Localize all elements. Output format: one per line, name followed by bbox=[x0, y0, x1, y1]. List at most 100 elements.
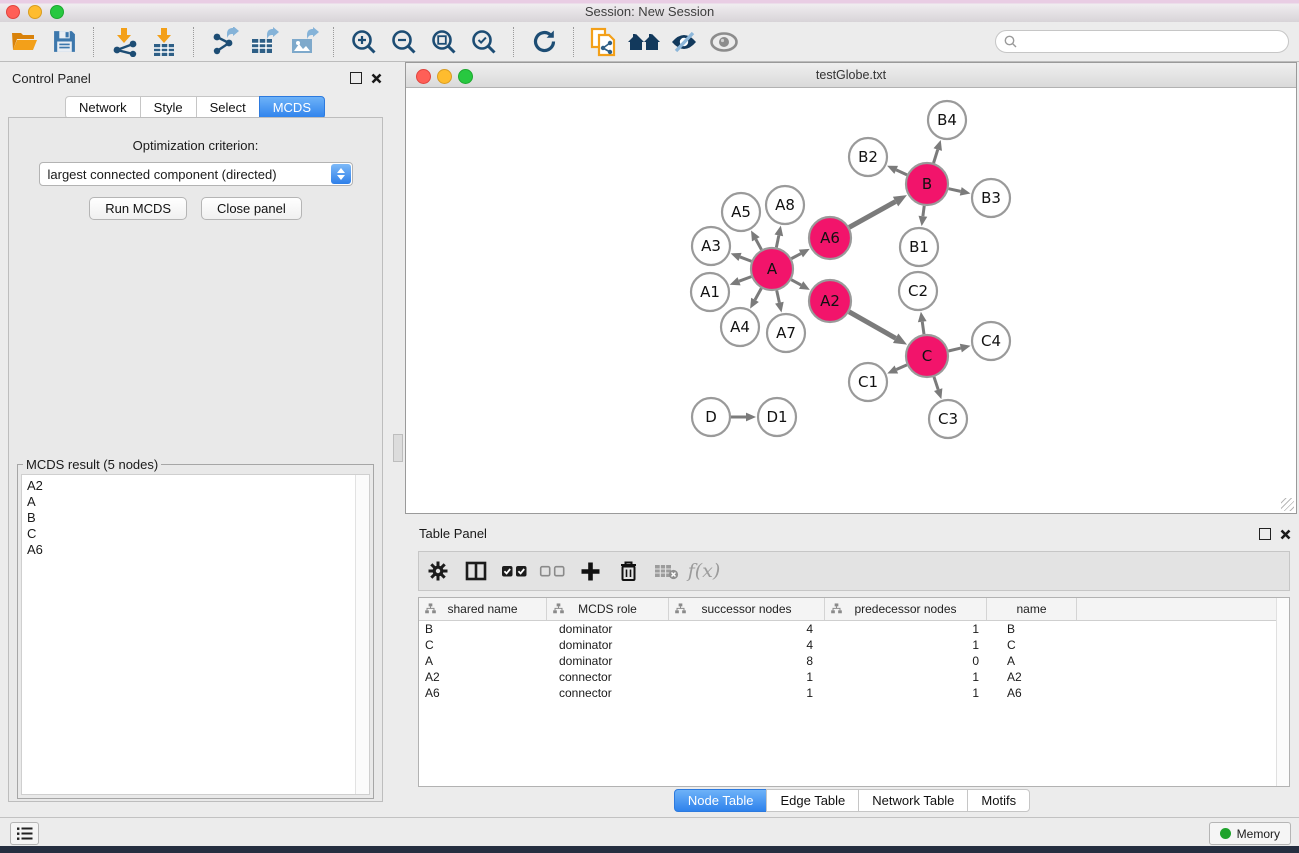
tab-select[interactable]: Select bbox=[196, 96, 260, 119]
graph-edge-A-A7[interactable] bbox=[777, 290, 780, 302]
table-tab-motifs[interactable]: Motifs bbox=[967, 789, 1030, 812]
select-all-checkboxes-icon[interactable] bbox=[495, 564, 533, 578]
tab-mcds[interactable]: MCDS bbox=[259, 96, 325, 119]
close-table-panel-icon[interactable] bbox=[1280, 529, 1291, 540]
table-row[interactable]: A6connector11A6 bbox=[419, 685, 1289, 701]
optimization-criterion-label: Optimization criterion: bbox=[9, 138, 382, 153]
result-item[interactable]: A6 bbox=[22, 542, 369, 558]
show-column-icon[interactable] bbox=[457, 560, 495, 582]
table-cell: 1 bbox=[825, 686, 987, 700]
table-row[interactable]: Cdominator41C bbox=[419, 637, 1289, 653]
table-cell: C bbox=[419, 638, 547, 652]
zoom-selected-icon[interactable] bbox=[464, 25, 504, 59]
zoom-out-icon[interactable] bbox=[384, 25, 424, 59]
zoom-fit-icon[interactable] bbox=[424, 25, 464, 59]
graph-edge-C-C3[interactable] bbox=[934, 377, 938, 390]
graph-edge-A-A5[interactable] bbox=[756, 239, 762, 249]
task-history-button[interactable] bbox=[10, 822, 39, 845]
splitter-grip[interactable] bbox=[393, 434, 403, 462]
column-header-mcds-role[interactable]: MCDS role bbox=[547, 598, 669, 620]
save-session-icon[interactable] bbox=[44, 25, 84, 59]
memory-button[interactable]: Memory bbox=[1209, 822, 1291, 845]
result-item[interactable]: C bbox=[22, 526, 369, 542]
table-tab-edge-table[interactable]: Edge Table bbox=[766, 789, 859, 812]
open-session-icon[interactable] bbox=[4, 25, 44, 59]
delete-table-icon[interactable] bbox=[647, 563, 685, 580]
graph-edge-A6-B[interactable] bbox=[849, 202, 895, 228]
close-panel-icon[interactable] bbox=[371, 73, 382, 84]
graph-node-label-A5: A5 bbox=[731, 203, 751, 221]
search-icon bbox=[1004, 35, 1017, 48]
column-header-name[interactable]: name bbox=[987, 598, 1077, 620]
table-toolbar: f(x) bbox=[418, 551, 1290, 591]
main-toolbar bbox=[0, 22, 1299, 62]
table-scrollbar[interactable] bbox=[1276, 598, 1289, 786]
import-network-icon[interactable] bbox=[104, 25, 144, 59]
column-header-predecessor-nodes[interactable]: predecessor nodes bbox=[825, 598, 987, 620]
panel-splitter[interactable] bbox=[390, 62, 405, 817]
first-neighbors-icon[interactable] bbox=[624, 25, 664, 59]
function-builder-label: f(x) bbox=[688, 560, 721, 582]
graph-edge-A-A8[interactable] bbox=[776, 235, 778, 247]
graph-node-label-D: D bbox=[705, 408, 717, 426]
settings-gear-icon[interactable] bbox=[419, 560, 457, 582]
zoom-in-icon[interactable] bbox=[344, 25, 384, 59]
close-panel-button[interactable]: Close panel bbox=[201, 197, 302, 220]
hide-selected-icon[interactable] bbox=[664, 25, 704, 59]
result-item[interactable]: A bbox=[22, 494, 369, 510]
tab-network[interactable]: Network bbox=[65, 96, 141, 119]
result-scrollbar[interactable] bbox=[355, 475, 369, 794]
export-image-icon[interactable] bbox=[284, 25, 324, 59]
add-row-icon[interactable] bbox=[571, 561, 609, 582]
column-header-successor-nodes[interactable]: successor nodes bbox=[669, 598, 825, 620]
graph-edge-A-A4[interactable] bbox=[755, 288, 761, 300]
graph-edge-B-B1[interactable] bbox=[923, 206, 924, 216]
table-header-row: shared nameMCDS rolesuccessor nodesprede… bbox=[419, 598, 1289, 621]
float-table-panel-icon[interactable] bbox=[1259, 528, 1271, 540]
graph-edge-A2-C[interactable] bbox=[849, 312, 896, 338]
table-tab-network-table[interactable]: Network Table bbox=[858, 789, 968, 812]
table-row[interactable]: Adominator80A bbox=[419, 653, 1289, 669]
network-window-titlebar[interactable]: testGlobe.txt bbox=[406, 63, 1296, 88]
result-item[interactable]: B bbox=[22, 510, 369, 526]
show-all-icon[interactable] bbox=[704, 25, 744, 59]
graph-node-label-C2: C2 bbox=[908, 282, 928, 300]
new-network-from-selection-icon[interactable] bbox=[584, 25, 624, 59]
result-item[interactable]: A2 bbox=[22, 478, 369, 494]
run-mcds-button[interactable]: Run MCDS bbox=[89, 197, 187, 220]
graph-edge-A-A6[interactable] bbox=[791, 254, 800, 259]
table-cell: C bbox=[987, 638, 1077, 652]
delete-row-icon[interactable] bbox=[609, 560, 647, 582]
graph-edge-C-C1[interactable] bbox=[896, 365, 907, 370]
function-builder-icon[interactable]: f(x) bbox=[685, 560, 723, 582]
table-row[interactable]: Bdominator41B bbox=[419, 621, 1289, 637]
export-table-icon[interactable] bbox=[244, 25, 284, 59]
export-network-icon[interactable] bbox=[204, 25, 244, 59]
graph-edge-C-C2[interactable] bbox=[922, 322, 924, 335]
search-field[interactable] bbox=[995, 30, 1289, 53]
graph-edge-A-A3[interactable] bbox=[740, 257, 751, 261]
graph-edge-B-B4[interactable] bbox=[934, 150, 938, 163]
tab-style[interactable]: Style bbox=[140, 96, 197, 119]
mcds-result-list[interactable]: A2ABCA6 bbox=[21, 474, 370, 795]
search-input[interactable] bbox=[1021, 34, 1288, 50]
table-cell: B bbox=[987, 622, 1077, 636]
graph-edge-B-B3[interactable] bbox=[948, 189, 960, 192]
refresh-layout-icon[interactable] bbox=[524, 25, 564, 59]
graph-node-label-C4: C4 bbox=[981, 332, 1001, 350]
criterion-select[interactable]: largest connected component (directed) bbox=[39, 162, 353, 186]
float-panel-icon[interactable] bbox=[350, 72, 362, 84]
deselect-all-checkboxes-icon[interactable] bbox=[533, 564, 571, 578]
graph-edge-A-A2[interactable] bbox=[791, 280, 801, 285]
table-row[interactable]: A2connector11A2 bbox=[419, 669, 1289, 685]
graph-edge-C-C4[interactable] bbox=[948, 348, 960, 351]
graph-node-label-A2: A2 bbox=[820, 292, 840, 310]
import-table-icon[interactable] bbox=[144, 25, 184, 59]
window-resize-grip[interactable] bbox=[1281, 498, 1294, 511]
network-canvas[interactable]: B4B2BB3A8A5A6A3B1AA1C2A2A4A7C4CC1C3DD1 bbox=[406, 87, 1296, 513]
column-header-shared-name[interactable]: shared name bbox=[419, 598, 547, 620]
graph-edge-arrowhead bbox=[731, 253, 742, 261]
graph-edge-A-A1[interactable] bbox=[739, 277, 751, 282]
table-tab-node-table[interactable]: Node Table bbox=[674, 789, 768, 812]
graph-edge-B-B2[interactable] bbox=[896, 170, 907, 175]
